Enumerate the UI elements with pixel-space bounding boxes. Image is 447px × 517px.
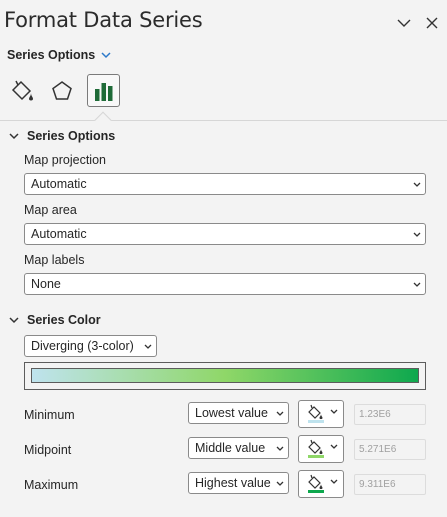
series-options-dropdown[interactable]: Series Options	[7, 48, 111, 62]
midpoint-value-field: 5.271E6	[354, 439, 426, 460]
chevron-down-icon	[330, 479, 338, 484]
section-title: Series Color	[27, 313, 101, 327]
section-series-color-header[interactable]: Series Color	[9, 313, 101, 327]
maximum-type-value: Highest value	[195, 476, 271, 490]
midpoint-type-select[interactable]: Middle value	[188, 437, 289, 459]
color-scheme-select[interactable]: Diverging (3-color)	[24, 335, 157, 357]
chevron-collapse-icon	[9, 132, 19, 139]
map-area-label: Map area	[24, 203, 77, 217]
fill-color-icon	[308, 474, 323, 490]
chevron-down-icon	[101, 51, 111, 58]
series-options-dropdown-label: Series Options	[7, 48, 96, 62]
minimum-type-value: Lowest value	[195, 406, 268, 420]
close-icon	[426, 17, 438, 29]
maximum-label: Maximum	[24, 478, 79, 492]
chevron-down-icon	[276, 481, 284, 486]
map-projection-label: Map projection	[24, 153, 106, 167]
color-scheme-value: Diverging (3-color)	[31, 339, 134, 353]
pentagon-icon	[51, 80, 72, 100]
maximum-value-field: 9.311E6	[354, 474, 426, 495]
minimum-value-field: 1.23E6	[354, 404, 426, 425]
tab-effects[interactable]	[45, 74, 78, 107]
map-labels-value: None	[31, 277, 61, 291]
bar-chart-icon	[94, 82, 112, 101]
chevron-down-icon	[413, 182, 421, 187]
chevron-down-icon	[276, 411, 284, 416]
minimum-label: Minimum	[24, 408, 75, 422]
maximum-color-swatch	[308, 490, 324, 493]
midpoint-label: Midpoint	[24, 443, 72, 457]
chevron-down-icon	[330, 444, 338, 449]
task-pane-options-button[interactable]	[393, 12, 415, 34]
tab-series-options[interactable]	[87, 74, 120, 107]
fill-color-icon	[308, 404, 323, 420]
tab-fill-line[interactable]	[5, 74, 38, 107]
chevron-down-icon	[397, 19, 411, 27]
map-area-value: Automatic	[31, 227, 87, 241]
fill-color-icon	[308, 439, 323, 455]
chevron-down-icon	[276, 446, 284, 451]
minimum-color-picker[interactable]	[298, 400, 344, 428]
format-tabs	[0, 72, 447, 129]
tab-divider	[0, 120, 447, 121]
maximum-type-select[interactable]: Highest value	[188, 472, 289, 494]
chevron-down-icon	[413, 282, 421, 287]
section-title: Series Options	[27, 129, 116, 143]
map-projection-select[interactable]: Automatic	[24, 173, 426, 195]
chevron-down-icon	[413, 232, 421, 237]
paint-bucket-icon	[11, 80, 33, 100]
close-pane-button[interactable]	[421, 12, 443, 34]
maximum-color-picker[interactable]	[298, 470, 344, 498]
pane-title: Format Data Series	[4, 8, 203, 32]
midpoint-color-picker[interactable]	[298, 435, 344, 463]
midpoint-type-value: Middle value	[195, 441, 266, 455]
minimum-type-select[interactable]: Lowest value	[188, 402, 289, 424]
chevron-down-icon	[144, 344, 152, 349]
active-tab-indicator	[94, 111, 112, 129]
color-gradient-preview	[24, 362, 426, 390]
map-labels-select[interactable]: None	[24, 273, 426, 295]
midpoint-color-swatch	[308, 455, 324, 458]
chevron-down-icon	[330, 409, 338, 414]
gradient-bar	[31, 368, 419, 383]
section-series-options-header[interactable]: Series Options	[9, 129, 115, 143]
map-area-select[interactable]: Automatic	[24, 223, 426, 245]
map-labels-label: Map labels	[24, 253, 85, 267]
chevron-collapse-icon	[9, 316, 19, 323]
minimum-color-swatch	[308, 420, 324, 423]
map-projection-value: Automatic	[31, 177, 87, 191]
